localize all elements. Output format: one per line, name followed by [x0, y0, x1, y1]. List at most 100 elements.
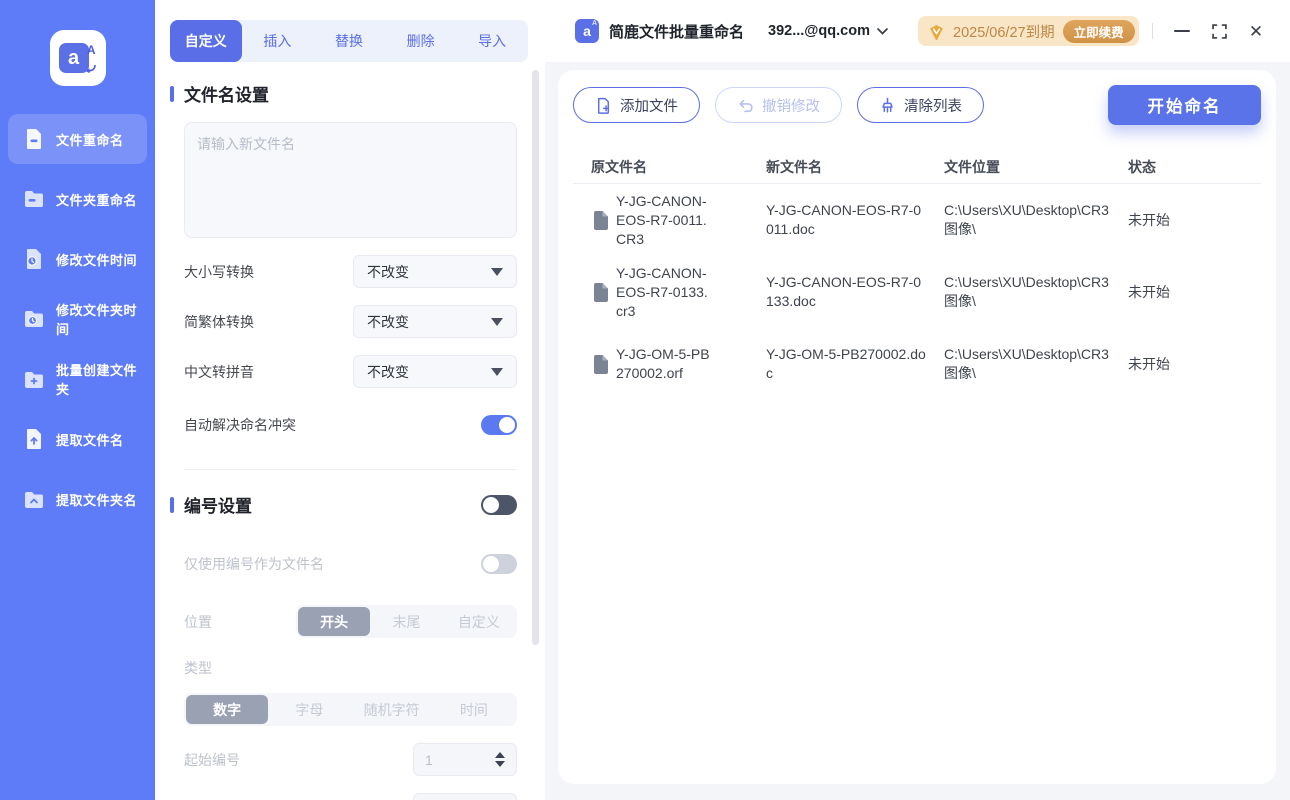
- section-accent-bar: [170, 85, 174, 102]
- account-email: 392...@qq.com: [768, 23, 870, 39]
- section-accent-bar: [170, 496, 174, 513]
- sidebar-item-label: 批量创建文件夹: [56, 363, 138, 397]
- status-text: 未开始: [1128, 211, 1170, 228]
- sidebar-item-label: 文件重命名: [56, 132, 124, 148]
- folder-add-icon: [25, 372, 43, 388]
- type-option-number[interactable]: 数字: [186, 695, 269, 724]
- file-location: C:\Users\XU\Desktop\CR3 图像\: [944, 202, 1109, 237]
- position-segmented-control: 开头 末尾 自定义: [296, 605, 517, 638]
- start-number-stepper[interactable]: 1: [413, 743, 517, 776]
- position-option-end[interactable]: 末尾: [370, 607, 442, 636]
- main-region: aA 简鹿文件批量重命名 392...@qq.com 2025/06/27到期 …: [545, 0, 1290, 800]
- new-filename-input[interactable]: [184, 122, 517, 238]
- sidebar-item-folder-time[interactable]: 修改文件夹时间: [8, 294, 147, 344]
- license-expiry: 2025/06/27到期: [953, 24, 1055, 41]
- maximize-icon: [1211, 23, 1227, 39]
- sidebar-item-folder-rename[interactable]: 文件夹重命名: [8, 174, 147, 224]
- vip-gem-icon: [930, 24, 943, 40]
- case-convert-select[interactable]: 不改变: [353, 255, 517, 288]
- original-filename: Y-JG-OM-5-PB270002.orf: [616, 346, 710, 381]
- window-controls: ✕: [1152, 17, 1270, 45]
- add-file-icon: [595, 97, 612, 114]
- type-option-letter[interactable]: 字母: [268, 695, 350, 724]
- sidebar-item-label: 文件夹重命名: [56, 192, 138, 208]
- add-files-button[interactable]: 添加文件: [573, 87, 700, 123]
- tab-insert[interactable]: 插入: [242, 20, 314, 62]
- app-logo: a A: [49, 30, 106, 86]
- chevron-down-icon: [877, 27, 888, 35]
- table-row[interactable]: Y-JG-CANON-EOS-R7-0011.CR3 Y-JG-CANON-EO…: [573, 184, 1261, 256]
- original-filename: Y-JG-CANON-EOS-R7-0011.CR3: [616, 192, 707, 247]
- file-location: C:\Users\XU\Desktop\CR3 图像\: [944, 346, 1109, 381]
- simplified-traditional-label: 简繁体转换: [184, 313, 254, 330]
- broom-icon: [879, 97, 896, 114]
- sidebar-item-label: 提取文件夹名: [56, 492, 138, 508]
- account-menu[interactable]: 392...@qq.com: [768, 23, 888, 39]
- maximize-button[interactable]: [1205, 17, 1233, 45]
- sidebar-item-extract-filename[interactable]: 提取文件名: [8, 414, 147, 464]
- sidebar-item-file-rename[interactable]: 文件重命名: [8, 114, 147, 164]
- file-time-icon: [27, 249, 41, 269]
- sidebar-item-label: 提取文件名: [56, 432, 124, 448]
- spinner-arrows-icon[interactable]: [495, 752, 505, 767]
- type-option-random[interactable]: 随机字符: [351, 695, 433, 724]
- sidebar-item-extract-foldername[interactable]: 提取文件夹名: [8, 474, 147, 524]
- tab-delete[interactable]: 删除: [385, 20, 457, 62]
- minimize-icon: [1174, 30, 1190, 32]
- table-row[interactable]: Y-JG-OM-5-PB270002.orf Y-JG-OM-5-PB27000…: [573, 328, 1261, 400]
- close-button[interactable]: ✕: [1242, 17, 1270, 45]
- settings-tabs: 自定义 插入 替换 删除 导入: [170, 20, 528, 62]
- divider: [1152, 23, 1153, 39]
- minimize-button[interactable]: [1168, 17, 1196, 45]
- license-badge: 2025/06/27到期 立即续费: [918, 16, 1139, 46]
- new-filename: Y-JG-OM-5-PB270002.doc: [766, 346, 926, 381]
- tab-custom[interactable]: 自定义: [170, 20, 242, 62]
- sidebar-item-file-time[interactable]: 修改文件时间: [8, 234, 147, 284]
- sidebar-item-batch-create-folder[interactable]: 批量创建文件夹: [8, 354, 147, 404]
- col-original-name: 原文件名: [591, 158, 647, 175]
- app-window: a A 文件重命名 文件夹重命名 修改文件时间 修改文件夹时间 批量创建文件夹 …: [0, 0, 1290, 800]
- sidebar-item-label: 修改文件夹时间: [56, 303, 138, 337]
- new-filename: Y-JG-CANON-EOS-R7-0133.doc: [766, 274, 922, 309]
- col-location: 文件位置: [944, 158, 1000, 175]
- table-row[interactable]: Y-JG-CANON-EOS-R7-0133.cr3 Y-JG-CANON-EO…: [573, 256, 1261, 328]
- increment-stepper[interactable]: 1: [413, 793, 517, 800]
- tab-import[interactable]: 导入: [456, 20, 528, 62]
- tab-replace[interactable]: 替换: [313, 20, 385, 62]
- pinyin-select[interactable]: 不改变: [353, 355, 517, 388]
- settings-panel: 自定义 插入 替换 删除 导入 文件名设置 大小写转换 不改变 简繁体转换 不: [155, 0, 545, 800]
- only-number-toggle[interactable]: [481, 553, 517, 574]
- folder-rename-icon: [25, 191, 43, 207]
- undo-button[interactable]: 撤销修改: [715, 87, 842, 123]
- type-option-time[interactable]: 时间: [433, 695, 515, 724]
- col-new-name: 新文件名: [766, 158, 822, 175]
- chevron-down-icon: [491, 317, 503, 326]
- panel-scrollbar[interactable]: [532, 70, 539, 645]
- content-area: 添加文件 撤销修改 清除列表 开始命名 原文件名 新文件名 文件位置 状态 Y-…: [545, 62, 1290, 800]
- start-rename-button[interactable]: 开始命名: [1108, 85, 1261, 125]
- file-rename-icon: [27, 129, 41, 149]
- file-icon: [593, 354, 608, 374]
- sidebar-item-label: 修改文件时间: [56, 252, 138, 268]
- pinyin-label: 中文转拼音: [184, 363, 254, 380]
- logo-A-icon: A: [86, 43, 96, 57]
- renew-button[interactable]: 立即续费: [1062, 19, 1135, 43]
- chevron-down-icon: [491, 267, 503, 276]
- numbering-toggle[interactable]: [481, 494, 517, 515]
- file-icon: [593, 210, 608, 230]
- close-icon: ✕: [1248, 21, 1264, 41]
- file-location: C:\Users\XU\Desktop\CR3 图像\: [944, 274, 1109, 309]
- simplified-traditional-select[interactable]: 不改变: [353, 305, 517, 338]
- titlebar: aA 简鹿文件批量重命名 392...@qq.com 2025/06/27到期 …: [545, 0, 1290, 62]
- position-option-custom[interactable]: 自定义: [443, 607, 515, 636]
- auto-resolve-label: 自动解决命名冲突: [184, 416, 296, 433]
- app-title: 简鹿文件批量重命名: [609, 23, 745, 41]
- auto-resolve-toggle[interactable]: [481, 414, 517, 435]
- app-logo-icon: aA: [575, 19, 599, 43]
- position-option-start[interactable]: 开头: [298, 607, 371, 636]
- folder-extract-icon: [25, 492, 43, 508]
- clear-list-button[interactable]: 清除列表: [857, 87, 984, 123]
- sidebar: a A 文件重命名 文件夹重命名 修改文件时间 修改文件夹时间 批量创建文件夹 …: [0, 0, 155, 800]
- file-list-card: 添加文件 撤销修改 清除列表 开始命名 原文件名 新文件名 文件位置 状态 Y-…: [558, 70, 1276, 784]
- position-label: 位置: [184, 613, 212, 630]
